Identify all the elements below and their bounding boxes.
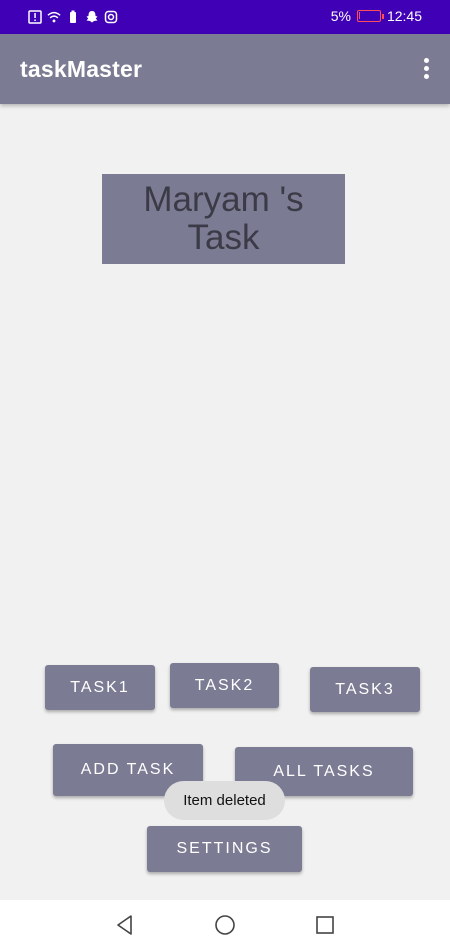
status-bar: 5% 12:45 [0,0,450,34]
battery-percent: 5% [330,8,351,24]
task-title: Maryam 's Task [143,180,304,257]
toast-message: Item deleted [164,781,285,820]
alert-icon [28,10,42,24]
task-title-card: Maryam 's Task [102,174,345,264]
wifi-icon [47,11,61,23]
status-right: 5% 12:45 [331,8,422,24]
battery-level [358,12,360,19]
home-icon[interactable] [213,913,237,937]
clock: 12:45 [386,8,422,24]
settings-button[interactable]: SETTINGS [147,826,302,872]
navigation-bar [0,900,450,950]
instagram-icon [104,10,118,24]
battery-saver-icon [70,10,76,23]
back-icon[interactable] [113,913,137,937]
task1-button[interactable]: TASK1 [45,665,155,710]
app-bar: taskMaster [0,34,450,104]
battery-icon [356,10,384,22]
task3-button[interactable]: TASK3 [310,667,420,712]
recents-icon[interactable] [313,913,337,937]
snapchat-icon [86,11,98,23]
notification-icons [28,10,118,24]
more-vert-icon[interactable] [422,58,430,82]
task2-button[interactable]: TASK2 [170,663,279,708]
app-title: taskMaster [20,56,143,82]
